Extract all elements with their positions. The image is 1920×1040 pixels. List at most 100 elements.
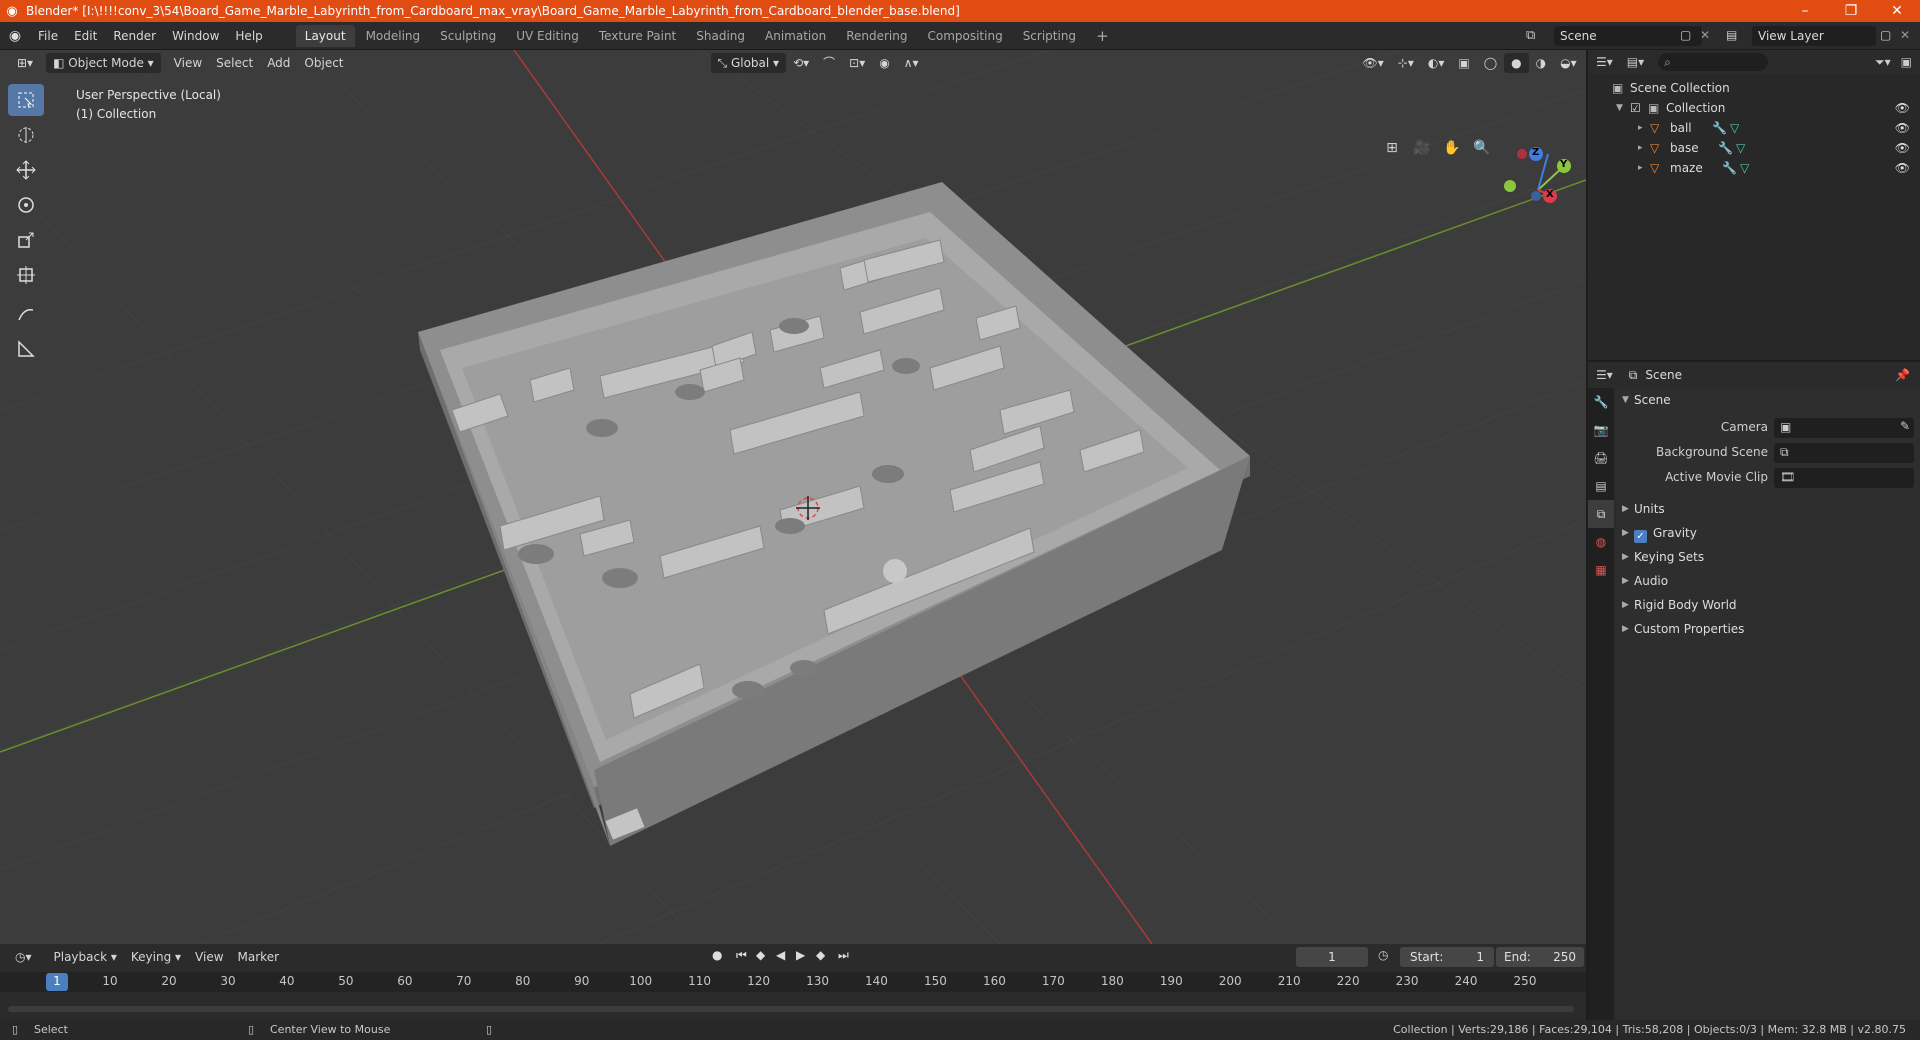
menu-playback[interactable]: Playback ▾ [47, 947, 124, 967]
tab-shading[interactable]: Shading [687, 25, 754, 47]
play-icon[interactable]: ▶ [796, 948, 805, 962]
menu-window[interactable]: Window [164, 22, 227, 50]
editor-type-icon[interactable]: ⊞▾ [10, 53, 40, 73]
next-keyframe-icon[interactable]: ◆ [816, 948, 825, 962]
tab-compositing[interactable]: Compositing [918, 25, 1011, 47]
outliner-editor-icon[interactable]: ☰▾ [1596, 55, 1613, 69]
ball-visibility-icon[interactable]: 👁 [1895, 118, 1910, 138]
menu-add[interactable]: Add [260, 53, 297, 73]
move-tool-icon[interactable] [8, 154, 44, 186]
clock-icon[interactable]: ◷ [1378, 948, 1388, 962]
tab-rendering[interactable]: Rendering [837, 25, 916, 47]
annotate-tool-icon[interactable] [8, 298, 44, 330]
outliner-item-maze[interactable]: ▸ ▽ maze 🔧 ▽ 👁 [1588, 158, 1920, 178]
audio-panel[interactable]: ▶ Audio [1616, 569, 1920, 593]
scene-copy-icon[interactable]: ▢ [1680, 28, 1691, 42]
keying-sets-panel[interactable]: ▶ Keying Sets [1616, 545, 1920, 569]
filter-icon[interactable]: ⏷▾ [1875, 55, 1891, 70]
3d-viewport[interactable]: Z Y X ⊞▾ ◧ Object Mode ▾ View Select Add… [0, 50, 1586, 944]
view-layer-icon[interactable]: ▤ [1726, 28, 1737, 42]
visibility-icon[interactable]: 👁▾ [1356, 53, 1391, 73]
end-frame-field[interactable]: End: 250 [1496, 947, 1584, 967]
current-frame-field[interactable]: 1 [1296, 947, 1368, 967]
select-box-tool-icon[interactable] [8, 84, 44, 116]
menu-edit[interactable]: Edit [66, 22, 105, 50]
menu-file[interactable]: File [30, 22, 66, 50]
pan-view-icon[interactable]: ✋ [1438, 134, 1466, 162]
menu-keying[interactable]: Keying ▾ [124, 947, 188, 967]
jump-start-icon[interactable]: ⏮ [736, 948, 747, 963]
collection-checkbox-icon[interactable]: ☑ [1630, 98, 1641, 118]
timeline-editor-icon[interactable]: ◷▾ [8, 947, 39, 967]
menu-marker[interactable]: Marker [231, 947, 286, 967]
view-layer-copy-icon[interactable]: ▢ [1880, 28, 1891, 42]
expand-maze-icon[interactable]: ▸ [1638, 158, 1643, 178]
prev-keyframe-icon[interactable]: ◆ [756, 948, 765, 962]
falloff-icon[interactable]: ∧▾ [897, 53, 926, 73]
tab-modeling[interactable]: Modeling [357, 25, 430, 47]
pivot-icon[interactable]: ⟲▾ [786, 53, 816, 73]
rendered-shading-icon[interactable]: ◒▾ [1553, 53, 1584, 73]
active-movie-clip-field[interactable]: 🎞 [1774, 468, 1914, 488]
view-layer-tab-icon[interactable]: ▤ [1588, 472, 1614, 500]
wireframe-shading-icon[interactable]: ◯ [1477, 53, 1504, 73]
rotate-tool-icon[interactable] [8, 189, 44, 221]
units-panel[interactable]: ▶ Units [1616, 497, 1920, 521]
background-scene-field[interactable]: ⧉ [1774, 443, 1914, 463]
tab-texture-paint[interactable]: Texture Paint [590, 25, 685, 47]
custom-properties-panel[interactable]: ▶ Custom Properties [1616, 617, 1920, 641]
gizmo-toggle-icon[interactable]: ⊹▾ [1391, 53, 1421, 73]
close-icon[interactable]: ✕ [1874, 0, 1920, 22]
overlay-icon[interactable]: ◐▾ [1421, 53, 1452, 73]
proportional-edit-icon[interactable]: ◉ [872, 53, 896, 73]
menu-render[interactable]: Render [105, 22, 164, 50]
restore-icon[interactable]: ❐ [1828, 0, 1874, 22]
scene-selector-icon[interactable]: ⧉ [1526, 28, 1535, 43]
timeline-scrollbar[interactable] [8, 1006, 1574, 1012]
outliner-item-ball[interactable]: ▸ ▽ ball 🔧 ▽ 👁 [1588, 118, 1920, 138]
tab-sculpting[interactable]: Sculpting [431, 25, 505, 47]
eyedropper-icon[interactable]: ✎ [1900, 419, 1910, 433]
play-reverse-icon[interactable]: ◀ [776, 948, 785, 962]
snap-target-icon[interactable]: ⊡▾ [842, 53, 872, 73]
expand-ball-icon[interactable]: ▸ [1638, 118, 1643, 138]
menu-timeline-view[interactable]: View [188, 947, 230, 967]
tab-animation[interactable]: Animation [756, 25, 835, 47]
maze-visibility-icon[interactable]: 👁 [1895, 158, 1910, 178]
base-visibility-icon[interactable]: 👁 [1895, 138, 1910, 158]
tab-uv-editing[interactable]: UV Editing [507, 25, 588, 47]
display-mode-icon[interactable]: ▤▾ [1627, 55, 1644, 69]
expand-base-icon[interactable]: ▸ [1638, 138, 1643, 158]
outliner-scene-collection[interactable]: ▣ Scene Collection [1588, 78, 1920, 98]
gravity-checkbox[interactable]: ✓ [1634, 530, 1647, 543]
new-collection-icon[interactable]: ▣ [1901, 55, 1912, 69]
properties-editor-icon[interactable]: ☰▾ [1596, 368, 1613, 382]
gravity-panel[interactable]: ▶ ✓ Gravity [1616, 521, 1920, 545]
view-layer-delete-icon[interactable]: ✕ [1900, 28, 1910, 42]
xray-icon[interactable]: ▣ [1451, 53, 1476, 73]
record-icon[interactable]: ● [712, 948, 722, 962]
rigid-body-world-panel[interactable]: ▶ Rigid Body World [1616, 593, 1920, 617]
transform-tool-icon[interactable] [8, 259, 44, 291]
pin-icon[interactable]: 📌 [1895, 368, 1910, 382]
minimize-icon[interactable]: – [1782, 0, 1828, 22]
scene-panel-header[interactable]: ▼ Scene [1616, 388, 1920, 412]
scene-tab-icon[interactable]: ⧉ [1588, 500, 1614, 528]
blender-menu-icon[interactable]: ◉ [0, 28, 30, 44]
outliner-search-input[interactable]: ⌕ [1658, 53, 1769, 71]
transform-orientation-dropdown[interactable]: ⤡ Global ▾ [710, 53, 787, 73]
mode-dropdown[interactable]: ◧ Object Mode ▾ [46, 53, 161, 73]
world-tab-icon[interactable]: ◍ [1588, 528, 1614, 556]
toggle-camera-grid-icon[interactable]: ⊞ [1378, 134, 1406, 162]
collection-visibility-icon[interactable]: 👁 [1895, 98, 1910, 118]
scale-tool-icon[interactable] [8, 224, 44, 256]
add-workspace-icon[interactable]: + [1087, 25, 1118, 47]
camera-field[interactable]: ▣ ✎ [1774, 418, 1914, 438]
material-shading-icon[interactable]: ◑ [1529, 53, 1553, 73]
measure-tool-icon[interactable] [8, 333, 44, 365]
jump-end-icon[interactable]: ⏭ [838, 948, 849, 963]
output-tab-icon[interactable]: 🖨 [1588, 444, 1614, 472]
tool-tab-icon[interactable]: 🔧 [1588, 388, 1614, 416]
outliner-item-base[interactable]: ▸ ▽ base 🔧 ▽ 👁 [1588, 138, 1920, 158]
tab-layout[interactable]: Layout [295, 24, 355, 47]
